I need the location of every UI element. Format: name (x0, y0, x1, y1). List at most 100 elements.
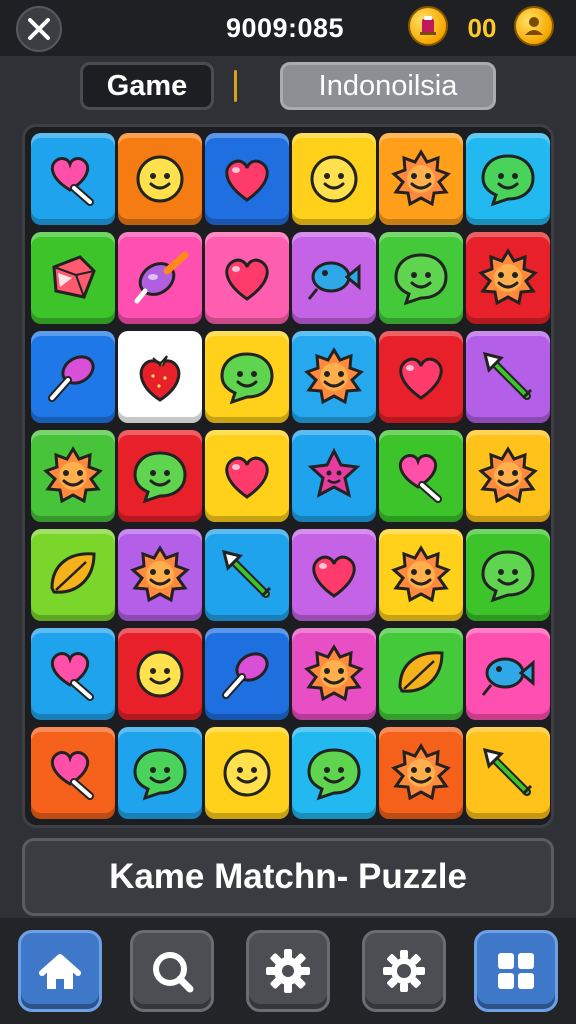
fish-icon (481, 657, 535, 696)
tile-strawberry[interactable] (118, 331, 202, 423)
score-display: 9009:085 (225, 12, 345, 43)
tile-heart-pin[interactable] (31, 727, 115, 819)
sun-icon (391, 149, 451, 207)
heart-pin-icon (398, 454, 442, 503)
tile-star-face[interactable] (292, 430, 376, 522)
tile-smiley[interactable] (118, 628, 202, 720)
tile-chat-smiley[interactable] (205, 331, 289, 423)
tile-sun[interactable] (379, 529, 463, 621)
chat-smiley-icon (220, 352, 274, 405)
tile-chat-bubble[interactable] (466, 133, 550, 225)
chat-smiley-icon (394, 253, 448, 306)
tile-heart[interactable] (205, 430, 289, 522)
tile-smiley[interactable] (205, 727, 289, 819)
sun-icon (304, 644, 364, 702)
leaf-icon (50, 552, 96, 594)
game-title-banner: Kame Matchn- Puzzle (22, 838, 554, 916)
heart-pin-icon (50, 652, 94, 701)
chat-smiley-icon (481, 550, 535, 603)
tile-sun[interactable] (466, 232, 550, 324)
gear-icon (266, 949, 310, 993)
heart-icon (225, 456, 269, 499)
tile-chat-smiley[interactable] (379, 232, 463, 324)
tile-heart-pin[interactable] (31, 628, 115, 720)
player-coin-icon (525, 17, 543, 35)
settings-button[interactable] (362, 930, 446, 1012)
menu-grid-button[interactable] (474, 930, 558, 1012)
search-button[interactable] (130, 930, 214, 1012)
leaf-icon (398, 651, 444, 693)
tile-arrow[interactable] (466, 331, 550, 423)
tile-gem[interactable] (31, 232, 115, 324)
home-button[interactable] (18, 930, 102, 1012)
close-button[interactable] (16, 6, 62, 52)
tile-pin[interactable] (205, 628, 289, 720)
sun-icon (130, 545, 190, 603)
tile-sun[interactable] (379, 133, 463, 225)
tile-sun[interactable] (118, 529, 202, 621)
tile-chat-bubble[interactable] (118, 727, 202, 819)
tab-divider (234, 70, 237, 102)
home-icon (39, 954, 81, 989)
trophy-coin-icon (420, 16, 436, 35)
sun-icon (391, 743, 451, 801)
tile-smiley[interactable] (292, 133, 376, 225)
tile-fish[interactable] (292, 232, 376, 324)
arrow-icon (221, 549, 272, 598)
sun-icon (43, 446, 103, 504)
tile-fish[interactable] (466, 628, 550, 720)
player-coin-button[interactable] (514, 6, 554, 46)
chat-smiley-icon (133, 451, 187, 504)
chat-smiley-icon (307, 748, 361, 801)
tile-rocket[interactable] (118, 232, 202, 324)
tile-sun[interactable] (466, 430, 550, 522)
settings-icon (383, 950, 425, 992)
pin-icon (222, 652, 269, 699)
strawberry-icon (139, 355, 181, 402)
tile-arrow[interactable] (205, 529, 289, 621)
tab-region[interactable]: Indonoilsia (280, 62, 496, 110)
rocket-icon (134, 251, 189, 304)
tile-arrow[interactable] (466, 727, 550, 819)
arrow-icon (482, 351, 533, 400)
smiley-icon (136, 155, 184, 203)
sun-icon (478, 446, 538, 504)
sun-icon (304, 347, 364, 405)
tile-sun[interactable] (292, 331, 376, 423)
tile-sun[interactable] (292, 628, 376, 720)
tile-smiley[interactable] (118, 133, 202, 225)
tile-heart[interactable] (205, 232, 289, 324)
bonus-coin-button[interactable] (408, 6, 448, 46)
tile-heart-pin[interactable] (31, 133, 115, 225)
close-icon (28, 18, 50, 40)
heart-icon (225, 258, 269, 301)
tile-pin[interactable] (31, 331, 115, 423)
arrow-icon (482, 747, 533, 796)
star-face-icon (307, 447, 361, 498)
gear-button[interactable] (246, 930, 330, 1012)
sun-icon (478, 248, 538, 306)
pin-icon (48, 355, 95, 402)
tile-heart-pin[interactable] (379, 430, 463, 522)
tile-leaf[interactable] (379, 628, 463, 720)
search-icon (153, 952, 194, 993)
heart-icon (225, 159, 269, 202)
tile-chat-smiley[interactable] (118, 430, 202, 522)
tile-sun[interactable] (379, 727, 463, 819)
sun-icon (391, 545, 451, 603)
heart-icon (399, 357, 443, 400)
chat-bubble-icon (133, 748, 187, 801)
tile-chat-smiley[interactable] (292, 727, 376, 819)
tile-sun[interactable] (31, 430, 115, 522)
chat-bubble-icon (481, 154, 535, 207)
smiley-icon (223, 749, 271, 797)
gem-icon (52, 255, 96, 299)
tile-leaf[interactable] (31, 529, 115, 621)
smiley-icon (136, 650, 184, 698)
tile-heart[interactable] (379, 331, 463, 423)
tile-chat-smiley[interactable] (466, 529, 550, 621)
coin-count: 00 (467, 12, 497, 43)
tile-heart[interactable] (205, 133, 289, 225)
tile-heart[interactable] (292, 529, 376, 621)
tab-game[interactable]: Game (80, 62, 214, 110)
